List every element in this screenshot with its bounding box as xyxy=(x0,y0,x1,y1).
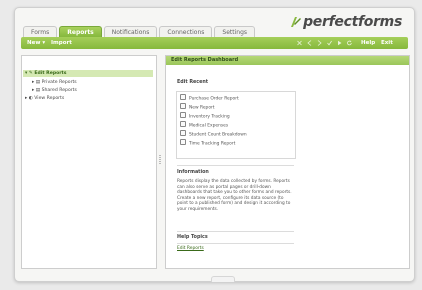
prev-icon[interactable] xyxy=(307,40,312,46)
next-icon[interactable] xyxy=(317,40,322,46)
close-icon[interactable] xyxy=(297,40,302,46)
report-icon xyxy=(180,121,186,127)
splitter-grip-icon[interactable] xyxy=(159,155,161,165)
divider xyxy=(177,231,294,232)
report-icon xyxy=(180,103,186,109)
recent-title: Edit Recent xyxy=(177,80,209,85)
recent-item[interactable]: Medical Expenses xyxy=(180,121,229,129)
logo-text: perfectforms xyxy=(303,14,402,30)
tree-label-edit-reports: Edit Reports xyxy=(34,71,67,76)
panel-splitter[interactable] xyxy=(158,55,162,267)
help-link-edit-reports[interactable]: Edit Reports xyxy=(177,246,204,251)
recent-item[interactable]: New Report xyxy=(180,103,215,111)
help-topics-title: Help Topics xyxy=(177,235,208,240)
exit-button[interactable]: Exit xyxy=(381,37,393,49)
tree-item-view-reports[interactable]: ▸ ◐ View Reports xyxy=(25,95,64,102)
report-icon xyxy=(180,94,186,100)
recent-item-label: New Report xyxy=(189,105,215,111)
tree-item-private-reports[interactable]: ▸ ▤ Private Reports xyxy=(32,79,77,86)
expand-arrow-icon[interactable]: ▸ xyxy=(25,96,27,101)
folder-icon: ▤ xyxy=(35,88,41,93)
dashboard-title: Edit Reports Dashboard xyxy=(166,56,409,65)
import-button[interactable]: Import xyxy=(51,37,72,49)
recent-item-label: Purchase Order Report xyxy=(189,96,239,102)
bottom-handle[interactable] xyxy=(211,276,235,282)
dashboard-panel: Edit Reports Dashboard Edit Recent Purch… xyxy=(165,55,410,269)
recent-item-label: Inventory Tracking xyxy=(189,114,230,120)
recent-item[interactable]: Inventory Tracking xyxy=(180,112,230,120)
divider xyxy=(177,243,294,244)
recent-item[interactable]: Time Tracking Report xyxy=(180,139,236,147)
expand-arrow-icon[interactable]: ▸ xyxy=(32,88,34,93)
recent-item-label: Time Tracking Report xyxy=(189,141,236,147)
tree-label-shared-reports: Shared Reports xyxy=(41,88,77,93)
new-label: New xyxy=(27,40,41,46)
report-tree-panel: ▾ ✎ Edit Reports ▸ ▤ Private Reports ▸ ▤… xyxy=(21,55,157,269)
pencil-icon: ✎ xyxy=(28,71,33,76)
help-button[interactable]: Help xyxy=(361,37,375,49)
information-text: Reports display the data collected by fo… xyxy=(177,179,292,212)
run-icon[interactable] xyxy=(337,40,342,46)
check-icon[interactable] xyxy=(327,40,332,46)
expand-arrow-icon[interactable]: ▸ xyxy=(32,80,34,85)
logo-mark-icon xyxy=(289,15,302,29)
report-icon xyxy=(180,130,186,136)
recent-item[interactable]: Student Count Breakdown xyxy=(180,130,247,138)
tree-item-edit-reports[interactable]: ▾ ✎ Edit Reports xyxy=(25,70,66,77)
tree-label-view-reports: View Reports xyxy=(34,96,65,101)
folder-icon: ▤ xyxy=(35,80,41,85)
view-icon: ◐ xyxy=(28,96,33,101)
refresh-icon[interactable] xyxy=(347,40,352,46)
brand-logo: perfectforms xyxy=(289,11,402,33)
tree-label-private-reports: Private Reports xyxy=(41,80,77,85)
report-icon xyxy=(180,112,186,118)
divider xyxy=(177,165,294,166)
recent-item-label: Medical Expenses xyxy=(189,123,229,129)
recent-list: Purchase Order Report New Report Invento… xyxy=(176,91,296,159)
toolbar: New ▾ Import Help Exit xyxy=(21,37,408,49)
recent-item[interactable]: Purchase Order Report xyxy=(180,94,239,102)
tree-item-shared-reports[interactable]: ▸ ▤ Shared Reports xyxy=(32,87,77,94)
information-title: Information xyxy=(177,170,209,175)
collapse-arrow-icon[interactable]: ▾ xyxy=(25,71,27,76)
report-icon xyxy=(180,139,186,145)
recent-item-label: Student Count Breakdown xyxy=(189,132,247,138)
new-button[interactable]: New ▾ xyxy=(27,37,45,49)
app-window: Forms Reports Notifications Connections … xyxy=(14,7,415,282)
